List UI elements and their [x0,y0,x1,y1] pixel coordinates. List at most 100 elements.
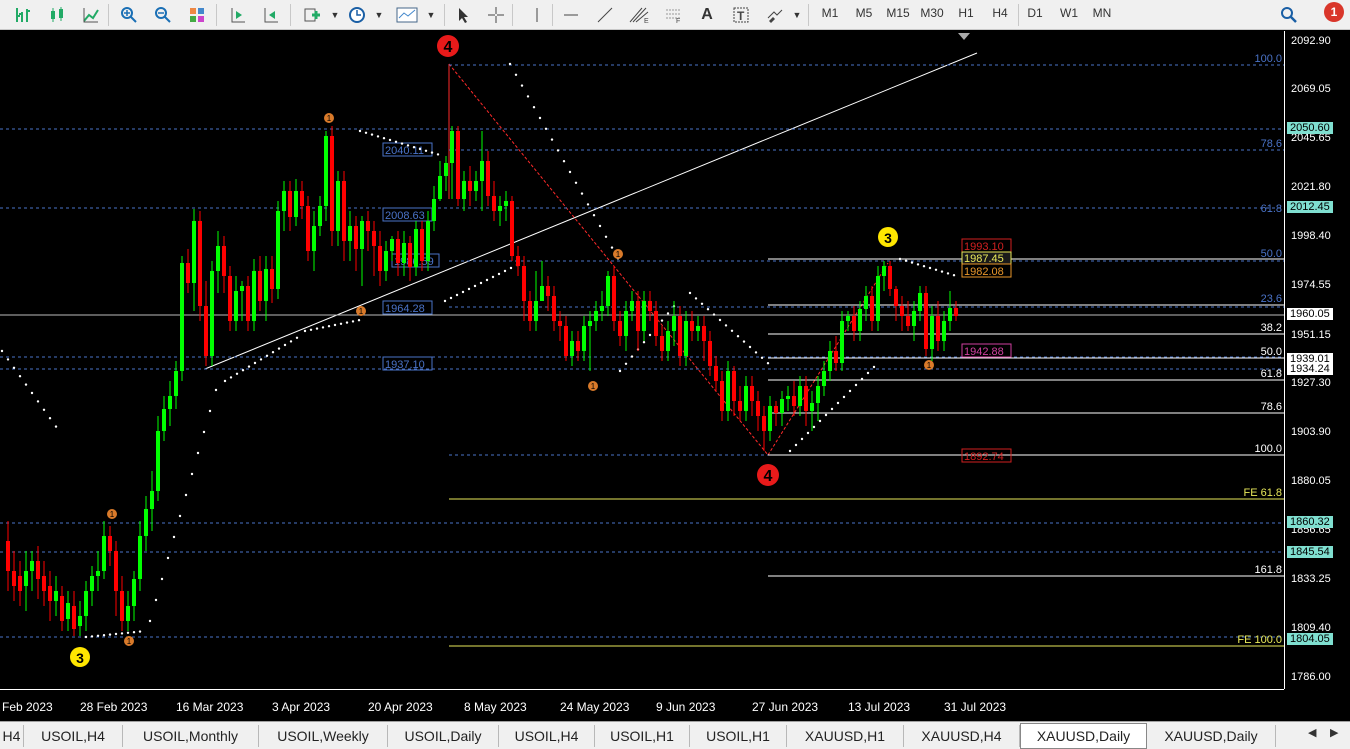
timeframe-m1[interactable]: M1 [815,6,845,20]
tab-scroll-right-icon[interactable]: ▶ [1330,726,1338,739]
trendline-icon[interactable] [594,4,616,26]
candle-body [612,276,616,321]
candle-body [534,301,538,321]
vline-icon[interactable] [526,4,548,26]
chevron-down-icon[interactable]: ▼ [420,4,442,26]
price-chart[interactable]: 100.0 78.6 61.8 50.0 23.6 38.2 50.0 61.8… [0,31,1284,689]
timeframe-w1[interactable]: W1 [1054,6,1084,20]
tab-usoil-h1[interactable]: USOIL,H1 [595,725,690,747]
wave-1-label: 1 [616,250,621,259]
templates-icon[interactable] [394,4,420,26]
timeframe-m15[interactable]: M15 [883,6,913,20]
hline-icon[interactable] [560,4,582,26]
cursor-icon[interactable] [452,4,474,26]
zoom-in-icon[interactable] [118,4,140,26]
candle-body [240,286,244,291]
candle-body [462,181,466,199]
fib-left-lines [0,64,1284,638]
sar-dot [48,417,52,420]
sar-dot [872,365,876,369]
timeframe-m5[interactable]: M5 [849,6,879,20]
sar-dot [166,556,170,560]
indicators-icon[interactable] [302,4,324,26]
label-icon[interactable]: T [730,4,752,26]
sar-dot [196,451,200,455]
fib-label: 23.6 [1261,293,1282,305]
price-tick: 1833.25 [1291,573,1331,585]
tab-usoil-daily[interactable]: USOIL,Daily [388,725,499,747]
candle-body [672,316,676,331]
zoom-out-icon[interactable] [152,4,174,26]
fib-label: 50.0 [1261,248,1282,260]
line-chart-icon[interactable] [80,4,102,26]
candle-body [828,351,832,371]
candle-body [186,263,190,283]
price-tick: 2069.05 [1291,83,1331,95]
tab-xauusd-h4[interactable]: XAUUSD,H4 [904,725,1020,747]
sar-dot [800,437,804,441]
bar-chart-icon[interactable] [12,4,34,26]
chart-shift-icon[interactable] [260,4,282,26]
timeframe-h1[interactable]: H1 [951,6,981,20]
candle-body [24,571,28,586]
candle-body [438,176,442,199]
sar-dot [443,299,447,303]
candle-body [792,396,796,406]
sar-dot [916,263,920,266]
shapes-icon[interactable] [764,4,786,26]
price-box: 2012.45 [1287,201,1333,213]
candle-body [882,266,886,276]
price-scale[interactable]: 2092.90 2069.05 2045.65 2021.80 1998.40 … [1284,31,1350,689]
tab-usoil-weekly[interactable]: USOIL,Weekly [259,725,388,747]
text-icon[interactable]: A [696,4,718,26]
tab-usoil-h1[interactable]: USOIL,H1 [690,725,787,747]
candles-icon[interactable] [46,4,68,26]
candle-body [252,271,256,321]
fibo-icon[interactable]: E [628,4,650,26]
notification-badge[interactable]: 1 [1324,2,1344,22]
autoscroll-icon[interactable] [227,4,249,26]
sar-dot [424,149,428,152]
candle-body [750,386,754,401]
fib-label: 161.8 [1254,564,1282,576]
sar-dot [54,425,58,428]
sar-dot [309,328,313,331]
candle-body [762,416,766,431]
tab-xauusd-daily[interactable]: XAUUSD,Daily [1020,723,1147,749]
tab-usoil-monthly[interactable]: USOIL,Monthly [123,725,259,747]
candle-body [486,161,490,196]
chevron-down-icon[interactable]: ▼ [786,4,808,26]
tab-scroll-left-icon[interactable]: ◀ [1308,726,1316,739]
fibo-levels-icon[interactable]: F [662,4,684,26]
sar-dot [190,472,194,476]
sar-dot [618,369,622,373]
sar-dot [598,224,602,228]
timeframe-h4[interactable]: H4 [985,6,1015,20]
price-box: 1934.24 [1287,363,1333,375]
chart-tabs: H4 USOIL,H4 USOIL,Monthly USOIL,Weekly U… [0,721,1350,749]
tab-usoil-h4[interactable]: USOIL,H4 [24,725,123,747]
candle-body [900,306,904,316]
candle-body [312,226,316,251]
tab-xauusd-daily[interactable]: XAUUSD,Daily [1147,725,1276,747]
timeframe-mn[interactable]: MN [1087,6,1117,20]
timeframe-d1[interactable]: D1 [1020,6,1050,20]
chevron-down-icon[interactable]: ▼ [368,4,390,26]
candle-body [654,311,658,336]
crosshair-icon[interactable] [485,4,507,26]
sar-dot [376,135,380,138]
tab-xauusd-h1[interactable]: XAUUSD,H1 [787,725,904,747]
date-tick: 3 Apr 2023 [272,700,331,714]
periods-icon[interactable] [346,4,368,26]
sar-dot [461,290,465,294]
sar-dot [12,366,16,369]
sar-dot [574,181,578,184]
tab-h4[interactable]: H4 [0,725,24,747]
search-icon[interactable] [1278,4,1300,26]
timeframe-m30[interactable]: M30 [917,6,947,20]
tile-icon[interactable] [186,4,208,26]
chevron-down-icon[interactable]: ▼ [324,4,346,26]
sar-dot [30,391,34,395]
candles [6,126,958,636]
tab-usoil-h4[interactable]: USOIL,H4 [499,725,595,747]
